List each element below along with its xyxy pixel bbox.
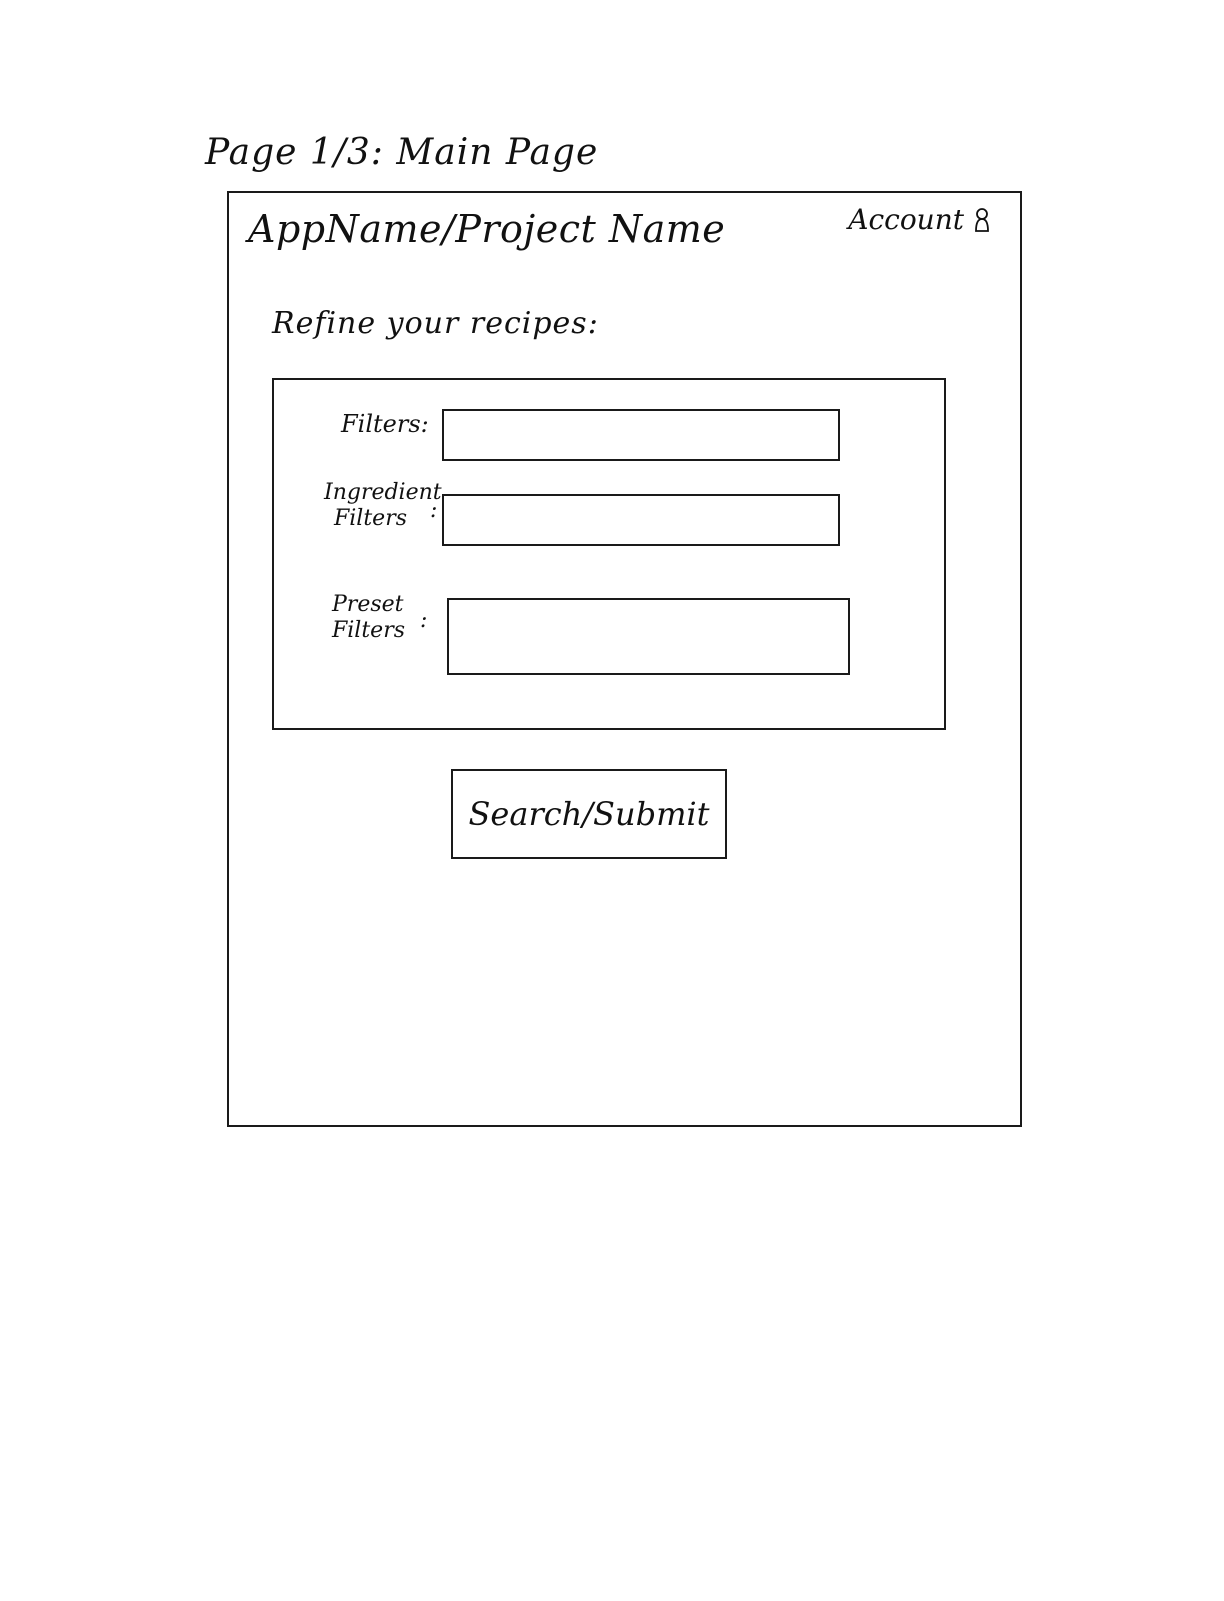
preset-colon: : (420, 608, 428, 633)
app-window: AppName/Project Name Account Refine your… (227, 191, 1022, 1127)
ingredient-filters-input[interactable] (442, 494, 840, 546)
page-caption: Page 1/3: Main Page (205, 132, 599, 173)
filters-label: Filters: (341, 410, 429, 438)
preset-label-line1: Preset (332, 592, 404, 617)
preset-label-line2: Filters (332, 618, 406, 644)
refine-heading: Refine your recipes: (272, 306, 599, 341)
filter-panel: Filters: Ingredient Filters : Preset Fil… (272, 378, 946, 730)
ingredient-label-line2: Filters (334, 506, 408, 532)
account-label: Account (848, 203, 964, 236)
preset-filters-label: Preset Filters : (332, 592, 427, 645)
ingredient-colon: : (430, 498, 438, 523)
ingredient-label-line1: Ingredient (324, 480, 442, 505)
preset-filters-input[interactable] (447, 598, 850, 675)
account-button[interactable]: Account (848, 203, 990, 236)
person-icon (974, 207, 990, 233)
search-submit-button[interactable]: Search/Submit (451, 769, 727, 859)
ingredient-filters-label: Ingredient Filters : (324, 480, 442, 533)
filters-input[interactable] (442, 409, 840, 461)
app-title: AppName/Project Name (248, 207, 726, 251)
